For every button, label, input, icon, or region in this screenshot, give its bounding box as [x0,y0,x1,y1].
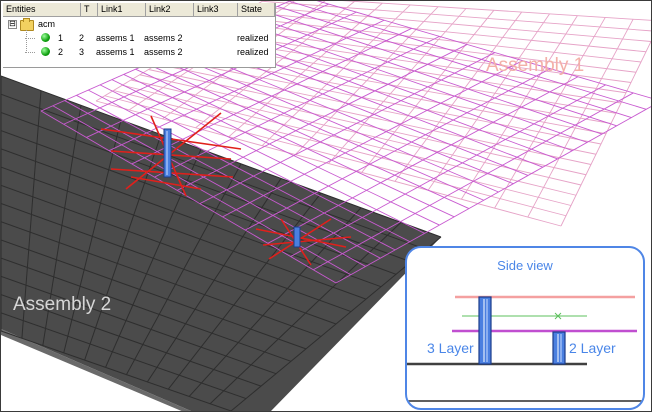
realized-status-icon [41,47,50,56]
column-header-state[interactable]: State [238,3,275,16]
column-header-entities[interactable]: Entities [3,3,81,16]
mesh-line [289,1,647,110]
mesh-line [316,1,651,99]
row-state: realized [237,33,269,43]
tree-branch-line [25,52,35,53]
connector-2-layer-column [293,226,301,248]
column-header-link2[interactable]: Link2 [146,3,194,16]
tree-root-label: acm [38,19,56,29]
realized-status-icon [41,33,50,42]
collapse-toggle-icon[interactable]: ⊟ [8,20,17,29]
assembly-2-label: Assembly 2 [13,294,112,315]
row-id: 2 [58,47,64,57]
column-header-t[interactable]: T [81,3,98,16]
column-header-row: Entities T Link1 Link2 Link3 State [3,3,275,17]
two-layer-label: 2 Layer [569,340,616,356]
mesh-line [253,6,651,42]
row-state: realized [237,47,269,57]
assembly-1-label: Assembly 1 [486,55,585,76]
connector-column-2-layer [552,331,566,365]
column-header-link1[interactable]: Link1 [98,3,146,16]
side-view-inset: Side view 3 Layer 2 Layer [405,246,645,410]
row-link1: assems 1 [96,47,135,57]
column-header-link3[interactable]: Link3 [194,3,238,16]
tree-row[interactable]: 2 3 assems 1 assems 2 realized [3,45,275,59]
viewport[interactable]: Assembly 1 Assembly 2 Entities T Link1 L… [0,0,652,412]
entity-tree-panel[interactable]: Entities T Link1 Link2 Link3 State ⊟ acm… [3,3,276,68]
connector-column-3-layer [478,296,492,365]
side-view-diagram [407,295,643,402]
row-t: 2 [79,33,85,43]
tree-row[interactable]: 1 2 assems 1 assems 2 realized [3,31,275,45]
three-layer-label: 3 Layer [427,340,474,356]
tree-branch-line [25,38,35,39]
row-id: 1 [58,33,64,43]
tree-root-row[interactable]: ⊟ acm [3,17,275,31]
row-link2: assems 2 [144,47,183,57]
row-t: 3 [79,47,85,57]
row-link1: assems 1 [96,33,135,43]
folder-icon [20,18,34,31]
row-link2: assems 2 [144,33,183,43]
